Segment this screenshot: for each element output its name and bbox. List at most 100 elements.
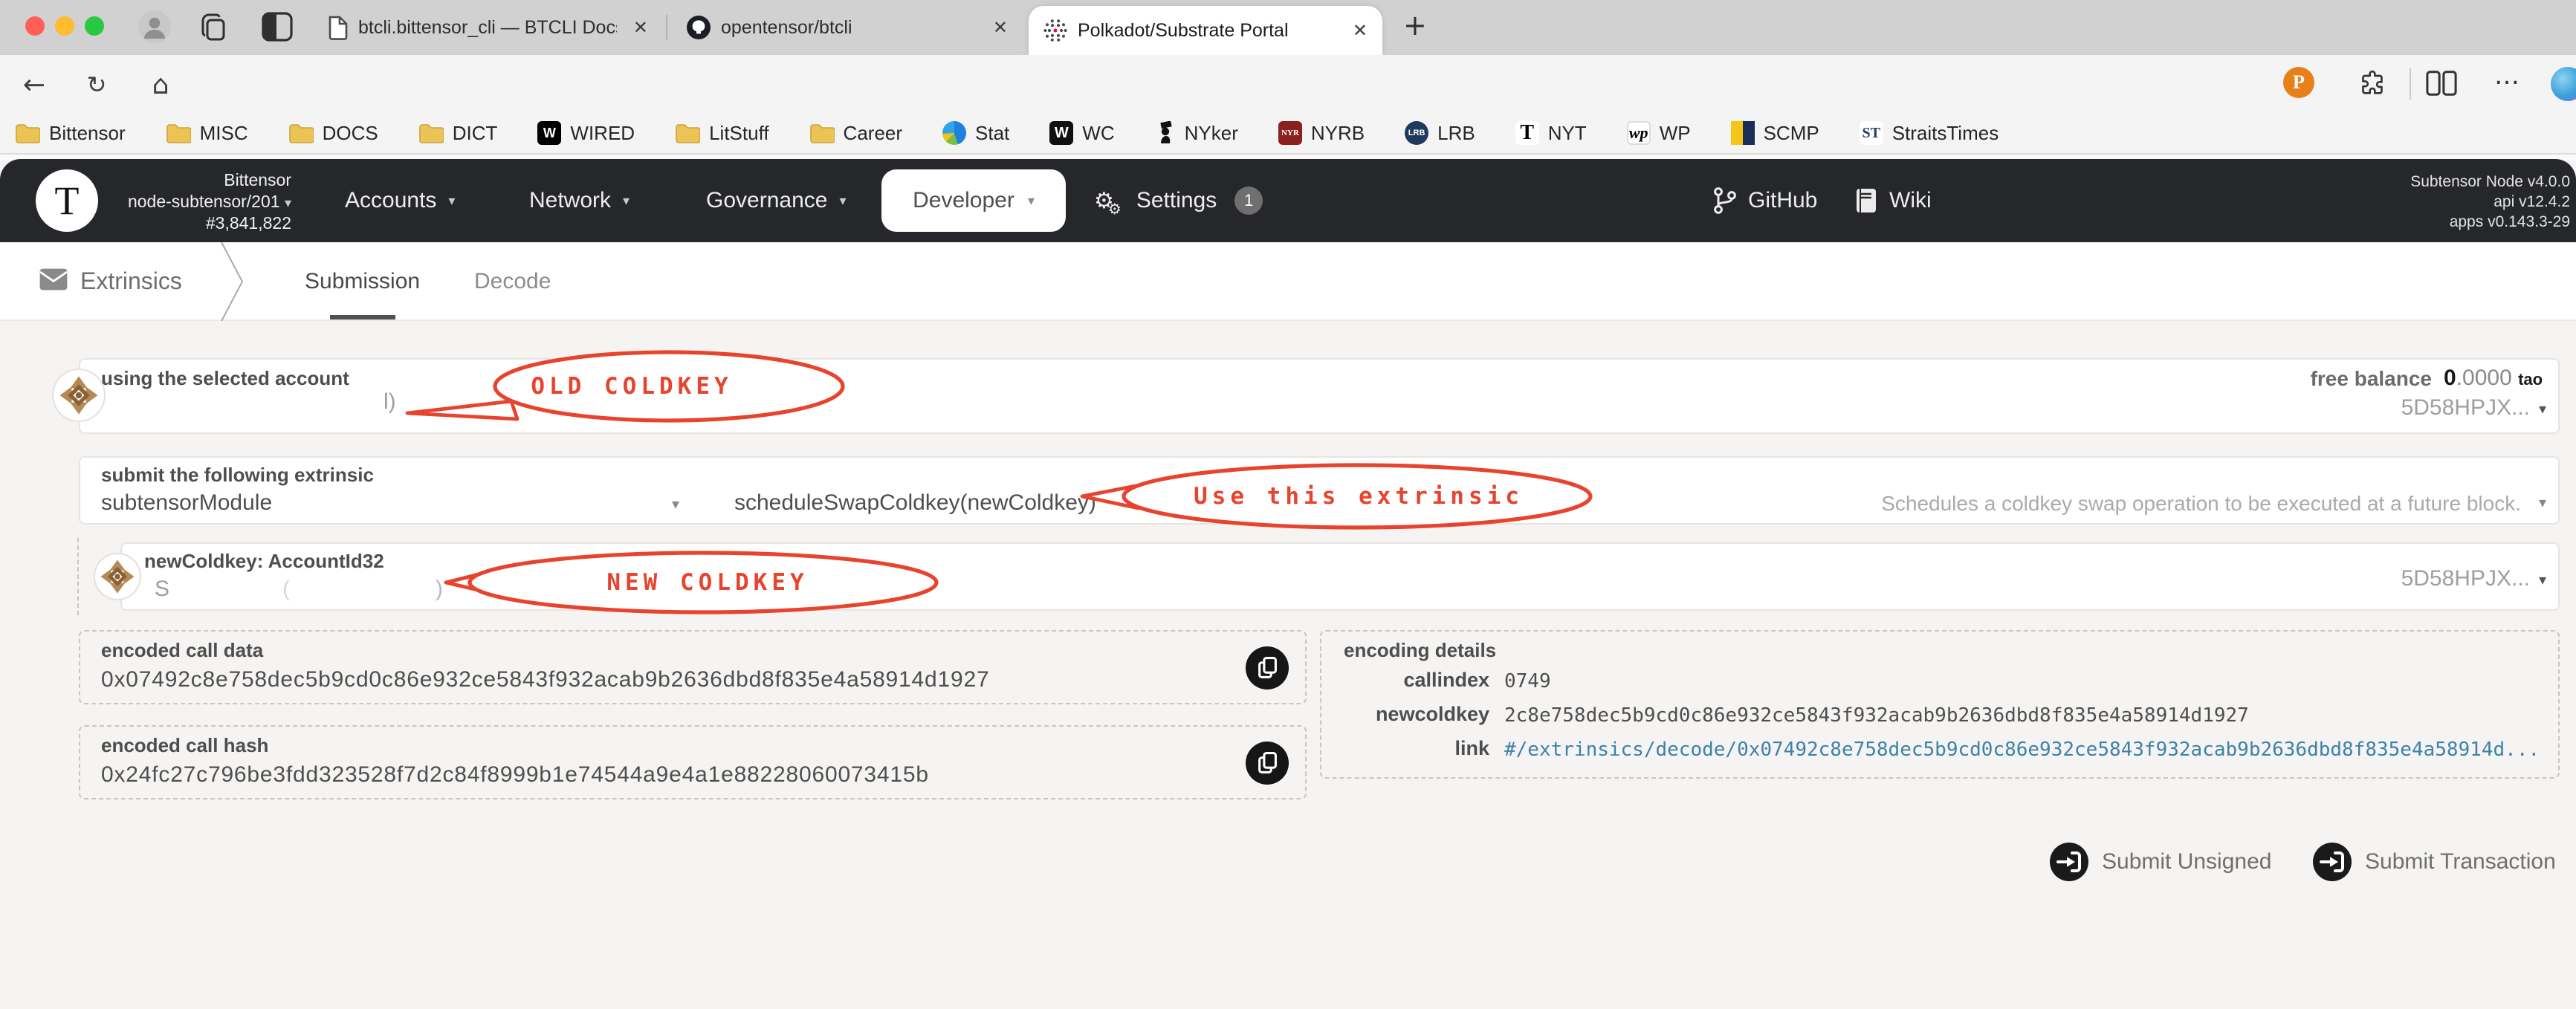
stat-icon	[942, 121, 967, 145]
close-tab-icon[interactable]: ✕	[993, 17, 1008, 38]
close-tab-icon[interactable]: ✕	[1353, 20, 1368, 41]
bookmark-label: NYker	[1184, 121, 1238, 144]
wiki-link[interactable]: Wiki	[1855, 159, 1932, 242]
browser-tab-opentensor[interactable]: opentensor/btcli ✕	[672, 0, 1023, 55]
signin-arrow-icon	[2313, 843, 2352, 881]
close-tab-icon[interactable]: ✕	[633, 17, 648, 38]
reload-icon[interactable]: ↻	[77, 65, 116, 104]
bookmark-stat[interactable]: Stat	[942, 121, 1009, 145]
newcoldkey-identicon[interactable]	[95, 554, 140, 599]
github-icon	[687, 16, 711, 39]
bookmark-wc[interactable]: W WC	[1049, 121, 1115, 145]
tab-decode[interactable]: Decode	[474, 269, 551, 294]
github-link[interactable]: GitHub	[1712, 159, 1817, 242]
nav-label: Network	[529, 188, 612, 212]
bookmark-label: LRB	[1437, 121, 1475, 144]
home-icon[interactable]: ⌂	[141, 65, 180, 104]
account-identicon[interactable]	[54, 370, 104, 421]
chevron-down-icon: ▾	[623, 192, 630, 209]
book-icon	[1855, 187, 1877, 214]
redacted-account-remnant: l)	[384, 389, 396, 414]
bookmark-bittensor[interactable]: Bittensor	[15, 122, 126, 145]
module-select[interactable]: subtensorModule	[101, 490, 272, 516]
profile-icon[interactable]	[137, 9, 172, 45]
more-menu-icon[interactable]: …	[2494, 61, 2520, 91]
decode-link[interactable]: #/extrinsics/decode/0x07492c8e758dec5b9c…	[1504, 739, 2540, 761]
mail-icon	[39, 267, 68, 291]
zoom-window-button[interactable]	[85, 16, 104, 36]
bookmark-dict[interactable]: DICT	[418, 122, 497, 145]
bookmark-label: WC	[1082, 121, 1115, 144]
back-icon[interactable]: ←	[15, 65, 54, 104]
copy-call-data-button[interactable]	[1246, 646, 1289, 690]
new-tab-button[interactable]: +	[1403, 9, 1427, 42]
lrb-icon: LRB	[1405, 121, 1429, 145]
nav-settings[interactable]: ⚙⚙ Settings 1	[1094, 159, 1263, 242]
version-info: Subtensor Node v4.0.0 api v12.4.2 apps v…	[2410, 172, 2570, 233]
tab-groups-icon[interactable]	[199, 12, 230, 43]
chevron-down-icon[interactable]: ▾	[2539, 571, 2546, 588]
wp-icon: wp	[1626, 121, 1651, 145]
newcoldkey-address-short[interactable]: 5D58HPJX...	[2378, 566, 2530, 591]
bookmark-straitstimes[interactable]: ST StraitsTimes	[1859, 121, 1999, 145]
bookmark-wired[interactable]: W WIRED	[537, 121, 635, 145]
method-description: Schedules a coldkey swap operation to be…	[1881, 492, 2521, 515]
bookmark-docs[interactable]: DOCS	[288, 122, 378, 145]
nav-accounts[interactable]: Accounts ▾	[345, 159, 455, 242]
browser-tab-polkadot-portal[interactable]: Polkadot/Substrate Portal ✕	[1029, 6, 1382, 55]
bookmark-label: WIRED	[570, 121, 635, 144]
folder-icon	[288, 123, 314, 143]
gears-icon: ⚙⚙	[1094, 188, 1127, 218]
method-select[interactable]: scheduleSwapColdkey(newColdkey)	[734, 490, 1096, 516]
bookmark-wp[interactable]: wp WP	[1626, 121, 1691, 145]
chevron-down-icon[interactable]: ▾	[672, 495, 679, 513]
bookmark-misc[interactable]: MISC	[166, 122, 248, 145]
bookmark-scmp[interactable]: SCMP	[1730, 121, 1819, 145]
close-window-button[interactable]	[25, 16, 45, 36]
submit-transaction-button[interactable]: Submit Transaction	[2313, 843, 2556, 881]
chevron-down-icon[interactable]: ▾	[2539, 493, 2546, 511]
copilot-icon[interactable]	[2551, 67, 2576, 101]
bittensor-logo[interactable]: T	[36, 169, 98, 232]
chevron-down-icon: ▾	[448, 192, 456, 209]
nav-developer[interactable]: Developer ▾	[881, 169, 1066, 232]
balance-whole: 0	[2444, 366, 2456, 390]
nav-governance[interactable]: Governance ▾	[706, 159, 846, 242]
straitstimes-icon: ST	[1859, 121, 1883, 145]
bookmark-lrb[interactable]: LRB LRB	[1405, 121, 1475, 145]
chevron-down-icon[interactable]: ▾	[2539, 400, 2546, 418]
browser-tab-btcli-docs[interactable]: btcli.bittensor_cli — BTCLI Docs ✕	[312, 0, 663, 55]
split-screen-icon[interactable]	[2426, 70, 2457, 97]
tab-title: Polkadot/Substrate Portal	[1078, 19, 1289, 41]
node-version: Subtensor Node v4.0.0	[2410, 173, 2570, 190]
bookmark-career[interactable]: Career	[809, 122, 902, 145]
free-balance-label: free balance	[2310, 367, 2432, 390]
bookmark-litstuff[interactable]: LitStuff	[675, 122, 769, 145]
bookmark-nyker[interactable]: NYker	[1155, 121, 1238, 145]
chain-name: Bittensor	[224, 170, 291, 189]
bookmark-nyrb[interactable]: NYR NYRB	[1278, 121, 1365, 145]
params-left-border	[77, 538, 79, 615]
sidebar-toggle-icon[interactable]	[262, 12, 293, 42]
copy-call-hash-button[interactable]	[1246, 742, 1289, 785]
annotation-text: Use this extrinsic	[1194, 483, 1524, 510]
nyrb-icon: NYR	[1278, 121, 1302, 145]
bookmarks-bar: Bittensor MISC DOCS DICT W WIRED LitStuff…	[0, 113, 2576, 155]
submit-unsigned-button[interactable]: Submit Unsigned	[2050, 843, 2271, 881]
folder-icon	[675, 123, 701, 143]
signin-arrow-icon	[2050, 843, 2088, 881]
chain-info[interactable]: Bittensor node-subtensor/201 ▾ #3,841,82…	[98, 169, 291, 233]
newcoldkey-detail-value: 2c8e758dec5b9cd0c86e932ce5843f932acab9b2…	[1504, 704, 2249, 727]
minimize-window-button[interactable]	[55, 16, 74, 36]
wired-icon: W	[537, 121, 562, 145]
encoded-call-data-value: 0x07492c8e758dec5b9cd0c86e932ce5843f932a…	[101, 667, 990, 692]
bookmark-nyt[interactable]: T NYT	[1515, 121, 1587, 145]
polkadot-icon	[1043, 19, 1067, 42]
account-address-short[interactable]: 5D58HPJX...	[2378, 395, 2530, 421]
nav-network[interactable]: Network ▾	[529, 159, 630, 242]
extension-p-icon[interactable]: P	[2283, 67, 2314, 98]
extensions-puzzle-icon[interactable]	[2357, 68, 2387, 98]
tab-submission[interactable]: Submission	[305, 269, 420, 294]
scmp-icon	[1730, 121, 1755, 145]
newcoldkey-param-label: newColdkey: AccountId32	[144, 550, 384, 572]
